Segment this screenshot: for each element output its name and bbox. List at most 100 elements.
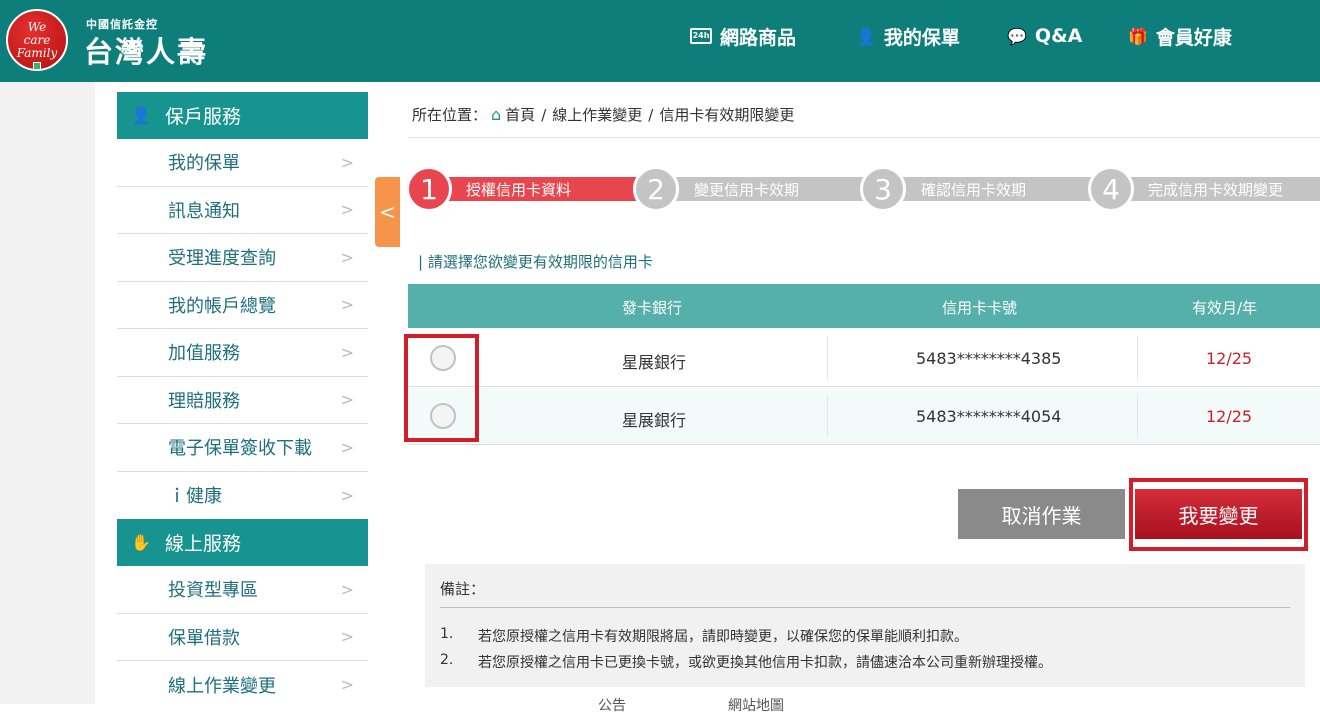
nav-my-policy[interactable]: 👤 我的保單 (856, 22, 960, 50)
breadcrumb-divider (408, 137, 1320, 138)
logo-text-family: Family (16, 46, 58, 60)
chevron-right-icon: > (340, 579, 354, 599)
note-number: 2. (440, 652, 454, 668)
chevron-right-icon: > (340, 295, 354, 315)
sidebar-item-label: 我的帳戶總覽 (168, 295, 276, 317)
section-title: | 請選擇您欲變更有效期限的信用卡 (418, 253, 653, 271)
home-icon[interactable]: ⌂ (491, 105, 501, 124)
sidebar-item-label: ｉ健康 (168, 486, 222, 508)
nav-member-benefits-label: 會員好康 (1155, 26, 1232, 49)
notes-divider (440, 607, 1290, 608)
sidebar-group-title: 線上服務 (165, 533, 242, 555)
logo-text-we: We (27, 20, 47, 34)
column-divider (1137, 394, 1138, 438)
person-icon: 👤 (856, 26, 876, 46)
gift-icon: 🎁 (1128, 26, 1148, 46)
nav-qa[interactable]: 💬 Q&A (1007, 22, 1082, 50)
logo-title[interactable]: 台灣人壽 (84, 29, 208, 71)
change-button-highlight-box (1129, 478, 1308, 551)
chevron-right-icon: > (340, 627, 354, 647)
sidebar-item-label: 線上作業變更 (168, 675, 276, 697)
logo-text-care: care (23, 33, 51, 47)
cancel-button[interactable]: 取消作業 (958, 489, 1125, 539)
sidebar-item-online-change[interactable]: 線上作業變更 > (117, 661, 368, 709)
note-number: 1. (440, 626, 454, 642)
sidebar-item-label: 保單借款 (168, 627, 240, 649)
chevron-right-icon: > (340, 675, 354, 695)
sidebar-item-policy-loan[interactable]: 保單借款 > (117, 614, 368, 661)
sidebar-group-customer-service[interactable]: 👤 保戶服務 (117, 92, 368, 139)
sidebar-item-notifications[interactable]: 訊息通知 > (117, 187, 368, 234)
we-care-family-logo[interactable]: We care Family (6, 9, 68, 71)
bank-cell: 星展銀行 (622, 411, 687, 430)
sidebar-item-label: 我的保單 (168, 153, 240, 175)
column-header-card-number: 信用卡卡號 (942, 299, 1018, 317)
footer-link-sitemap[interactable]: 網站地圖 (728, 695, 784, 715)
sidebar-group-title: 保戶服務 (165, 106, 242, 128)
step-4-number: 4 (1088, 166, 1134, 212)
left-gray-margin (0, 82, 95, 704)
notes-panel: 備註： 1. 若您原授權之信用卡有效期限將屆，請即時變更，以確保您的保單能順利扣… (425, 564, 1305, 687)
sidebar-item-investment-zone[interactable]: 投資型專區 > (117, 566, 368, 614)
sidebar-group-online-service[interactable]: ✋ 線上服務 (117, 519, 368, 566)
notes-title: 備註： (440, 580, 486, 598)
sidebar-item-label: 電子保單簽收下載 (168, 438, 312, 460)
column-divider (827, 394, 828, 438)
breadcrumb-online-change[interactable]: 線上作業變更 (552, 104, 642, 125)
step-2-number: 2 (633, 166, 679, 212)
table-row[interactable]: 星展銀行 5483********4385 12/25 (408, 330, 1320, 387)
note-item: 1. 若您原授權之信用卡有效期限將屆，請即時變更，以確保您的保單能順利扣款。 (440, 626, 968, 646)
sidebar-item-label: 訊息通知 (168, 200, 240, 222)
nav-online-products-label: 網路商品 (720, 26, 797, 49)
note-text: 若您原授權之信用卡有效期限將屆，請即時變更，以確保您的保單能順利扣款。 (478, 629, 968, 645)
sidebar-item-label: 理賠服務 (168, 390, 240, 412)
column-header-bank: 發卡銀行 (622, 299, 683, 317)
sidebar-item-label: 投資型專區 (168, 580, 258, 602)
top-header: We care Family 中國信託金控 台灣人壽 24h 網路商品 👤 我的… (0, 0, 1320, 82)
hand-card-icon: ✋ (131, 533, 151, 552)
breadcrumb-current: 信用卡有效期限變更 (659, 106, 795, 124)
sidebar-item-label: 受理進度查詢 (168, 248, 276, 270)
chevron-right-icon: > (340, 485, 354, 505)
sidebar-item-e-policy-download[interactable]: 電子保單簽收下載 > (117, 424, 368, 472)
breadcrumb-separator: / (541, 105, 547, 124)
chevron-right-icon: > (340, 152, 354, 172)
note-item: 2. 若您原授權之信用卡已更換卡號，或欲更換其他信用卡扣款，請儘速洽本公司重新辦… (440, 652, 1052, 672)
logo-green-square (33, 62, 41, 70)
chevron-right-icon: > (340, 342, 354, 362)
nav-online-products[interactable]: 24h 網路商品 (690, 22, 796, 50)
note-text: 若您原授權之信用卡已更換卡號，或欲更換其他信用卡扣款，請儘速洽本公司重新辦理授權… (478, 655, 1052, 671)
radio-highlight-box (404, 334, 479, 442)
sidebar-item-label: 加值服務 (168, 343, 240, 365)
step-1-label: 授權信用卡資料 (466, 181, 572, 199)
column-header-expiry: 有效月/年 (1192, 299, 1258, 317)
sidebar-item-value-added[interactable]: 加值服務 > (117, 329, 368, 377)
person-icon: 👤 (131, 106, 151, 125)
24h-laptop-icon: 24h (690, 28, 712, 44)
breadcrumb-home[interactable]: 首頁 (505, 104, 535, 125)
column-divider (1137, 336, 1138, 380)
step-4-label: 完成信用卡效期變更 (1148, 181, 1284, 199)
sidebar: 👤 保戶服務 我的保單 > 訊息通知 > 受理進度查詢 > 我的帳戶總覽 > 加值服務 >… (95, 82, 375, 704)
footer-link-announcement[interactable]: 公告 (598, 695, 626, 715)
breadcrumb: 所在位置： ⌂ 首頁 / 線上作業變更 / 信用卡有效期限變更 (412, 104, 794, 125)
sidebar-item-account-overview[interactable]: 我的帳戶總覽 > (117, 282, 368, 329)
chevron-right-icon: > (340, 200, 354, 220)
chevron-right-icon: > (340, 247, 354, 267)
sidebar-collapse-button[interactable]: < (375, 177, 400, 247)
step-3-label: 確認信用卡效期 (921, 181, 1027, 199)
breadcrumb-prefix: 所在位置： (412, 106, 488, 124)
table-row[interactable]: 星展銀行 5483********4054 12/25 (408, 388, 1320, 445)
nav-member-benefits[interactable]: 🎁 會員好康 (1128, 22, 1232, 50)
sidebar-item-claims[interactable]: 理賠服務 > (117, 377, 368, 424)
sidebar-item-my-policy[interactable]: 我的保單 > (117, 139, 368, 187)
card-number-cell: 5483********4385 (916, 349, 1062, 368)
chevron-right-icon: > (340, 437, 354, 457)
column-divider (827, 336, 828, 380)
nav-qa-label: Q&A (1034, 25, 1083, 47)
card-number-cell: 5483********4054 (916, 407, 1062, 426)
nav-my-policy-label: 我的保單 (883, 26, 960, 49)
sidebar-item-progress-query[interactable]: 受理進度查詢 > (117, 234, 368, 282)
expiry-cell: 12/25 (1206, 349, 1253, 368)
sidebar-item-i-health[interactable]: ｉ健康 > (117, 472, 368, 520)
